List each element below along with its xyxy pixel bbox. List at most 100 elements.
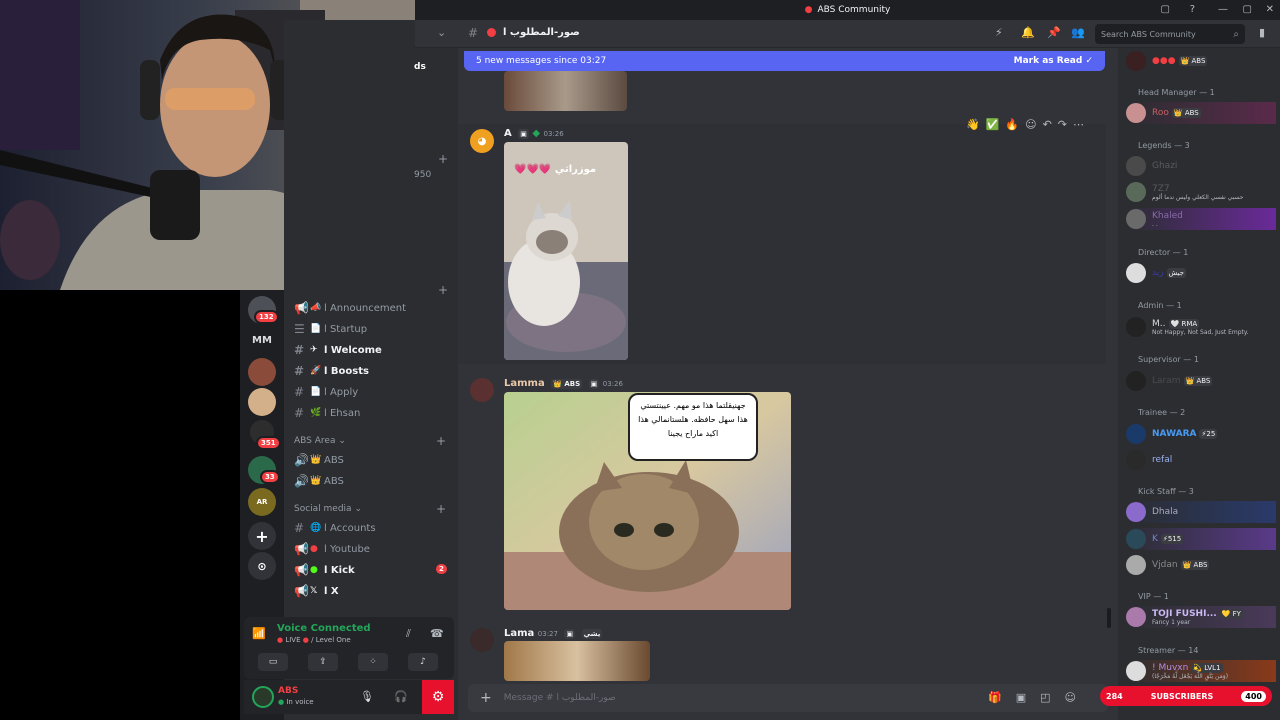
message-author[interactable]: Lama يشي ▣ 03:27: [504, 628, 603, 639]
add-channel-icon[interactable]: +: [436, 434, 446, 448]
message-image[interactable]: موزراتي 💗💗💗: [504, 142, 628, 360]
chevron-down-icon[interactable]: ⌄: [437, 26, 446, 39]
message-image[interactable]: [504, 71, 627, 111]
server-icon-3[interactable]: [248, 388, 276, 416]
channel-boosts[interactable]: # 🚀 l Boosts: [294, 361, 452, 381]
inbox-icon[interactable]: ▮: [1259, 26, 1265, 39]
partial-text: ds: [414, 62, 426, 72]
server-mm[interactable]: MM: [248, 326, 276, 354]
subscribers-current: 284: [1106, 691, 1123, 701]
channel-startup[interactable]: ☰ 📄 l Startup: [294, 319, 452, 339]
member-item[interactable]: Khaled. .: [1126, 208, 1276, 230]
member-item[interactable]: Vjdan 👑 ABS: [1126, 554, 1276, 576]
message-author[interactable]: Lamma 👑 ABS ▣ 03:26: [504, 378, 623, 389]
bell-icon[interactable]: 🔔: [1021, 26, 1035, 39]
voice-channel-abs-2[interactable]: 🔊 👑 ABS: [294, 471, 452, 491]
channel-ehsan[interactable]: # 🌿 l Ehsan: [294, 403, 452, 423]
member-item[interactable]: ●●● 👑 ABS: [1126, 50, 1276, 72]
activities-button[interactable]: ⁘: [358, 653, 388, 671]
member-item[interactable]: K ⚡515: [1126, 528, 1276, 550]
inbox-icon[interactable]: ▢: [1161, 4, 1170, 15]
more-icon[interactable]: ⋯: [1073, 118, 1084, 136]
channel-announcement[interactable]: 📢 📣 l Announcement: [294, 298, 452, 318]
threads-icon[interactable]: ⚡: [995, 26, 1003, 39]
maximize-icon[interactable]: ▢: [1243, 4, 1252, 15]
member-item[interactable]: M.. 🤍 RMA Not Happy, Not Sad, Just Empty.: [1126, 316, 1276, 338]
soundboard-button[interactable]: ♪: [408, 653, 438, 671]
member-group-streamer: Streamer — 14: [1138, 646, 1199, 655]
reaction-check-icon[interactable]: ✅: [986, 118, 1000, 136]
add-channel-icon[interactable]: +: [438, 283, 448, 297]
member-item[interactable]: Ghazi: [1126, 155, 1276, 177]
add-server-icon[interactable]: +: [248, 522, 276, 550]
category-abs-area[interactable]: ABS Area ⌄: [294, 436, 346, 446]
channel-accounts[interactable]: # 🌐 l Accounts: [294, 518, 452, 538]
message-image[interactable]: [504, 641, 650, 681]
member-item[interactable]: 7Z7 حسبي نفسي الكعلي وليس ندما ألوم: [1126, 181, 1276, 203]
member-group-kick-staff: Kick Staff — 3: [1138, 487, 1194, 496]
discover-icon[interactable]: ⊙: [248, 552, 276, 580]
channel-kick[interactable]: 📢 ● l Kick: [294, 560, 452, 580]
channel-apply[interactable]: # 📄 l Apply: [294, 382, 452, 402]
headphones-icon[interactable]: 🎧: [394, 690, 408, 703]
member-item[interactable]: ! Muvxn 💫 LVL1 (وَمَن يَتَّقِ اللَّهَ يَجْ…: [1126, 660, 1276, 682]
close-icon[interactable]: ✕: [1266, 4, 1274, 15]
member-item[interactable]: Dhala: [1126, 501, 1276, 523]
category-social-media[interactable]: Social media ⌄: [294, 504, 362, 514]
reaction-fire-icon[interactable]: 🔥: [1005, 118, 1019, 136]
subscribers-label: SUBSCRIBERS: [1150, 691, 1214, 701]
member-item[interactable]: Laram 👑 ABS: [1126, 370, 1276, 392]
sticker-icon[interactable]: ◰: [1040, 691, 1050, 704]
add-attachment-icon[interactable]: +: [480, 690, 492, 706]
noise-suppression-icon[interactable]: ⫽: [406, 627, 411, 641]
help-icon[interactable]: ?: [1190, 4, 1195, 15]
minimize-icon[interactable]: —: [1218, 4, 1228, 15]
new-messages-bar[interactable]: 5 new messages since 03:27 Mark as Read …: [464, 51, 1105, 71]
mark-as-read-button[interactable]: Mark as Read ✓: [1014, 56, 1093, 66]
title-bar: ● ABS Community ▢ ? — ▢ ✕: [415, 0, 1280, 20]
microphone-icon[interactable]: 🎙: [360, 690, 374, 703]
channel-welcome[interactable]: # ✈ l Welcome: [294, 340, 452, 360]
message-actions: 👋 ✅ 🔥 ☺ ↶ ↷ ⋯: [966, 118, 1106, 136]
mention-badge: 132: [254, 310, 279, 324]
camera-off-button[interactable]: ▭: [258, 653, 288, 671]
scrollbar[interactable]: [1107, 608, 1111, 628]
message-author[interactable]: A ▣ ◆ 03:26: [504, 128, 564, 139]
disconnect-icon[interactable]: ☎: [430, 627, 444, 640]
channel-x[interactable]: 📢 𝕏l X: [294, 581, 452, 601]
member-item[interactable]: TOJI FUSHI... 💛 FY Fancy 1 year: [1126, 606, 1276, 628]
avatar[interactable]: [470, 628, 494, 652]
search-input[interactable]: Search ABS Community ⌕: [1095, 24, 1245, 44]
image-caption: موزراتي 💗💗💗: [514, 164, 597, 175]
voice-channel-info[interactable]: ● LIVE ● / Level One: [277, 636, 351, 644]
settings-gear-icon[interactable]: ⚙: [422, 680, 454, 714]
pin-icon[interactable]: 📌: [1047, 26, 1061, 39]
screen-share-button[interactable]: ⇪: [308, 653, 338, 671]
member-item[interactable]: refal: [1126, 449, 1276, 471]
member-item[interactable]: زيد جيش: [1126, 262, 1276, 284]
voice-channel-abs[interactable]: 🔊 👑 ABS: [294, 450, 452, 470]
avatar[interactable]: [252, 686, 274, 708]
channel-youtube[interactable]: 📢 ● l Youtube: [294, 539, 452, 559]
member-group-head-manager: Head Manager — 1: [1138, 88, 1215, 97]
message-input[interactable]: + Message # صور-المطلوب ا 🎁 ▣ ◰ ☺: [468, 684, 1108, 712]
add-reaction-icon[interactable]: ☺: [1025, 118, 1036, 136]
server-ar[interactable]: AR: [248, 488, 276, 516]
reaction-wave-icon[interactable]: 👋: [966, 118, 980, 136]
add-channel-icon[interactable]: +: [438, 152, 448, 166]
hash-icon: #: [468, 26, 479, 40]
members-icon[interactable]: 👥: [1071, 26, 1085, 39]
user-status: ● In voice: [278, 698, 314, 706]
member-item[interactable]: NAWARA ⚡25: [1126, 423, 1276, 445]
add-channel-icon[interactable]: +: [436, 502, 446, 516]
gif-icon[interactable]: ▣: [1016, 691, 1026, 704]
emoji-icon[interactable]: ☺: [1065, 691, 1076, 704]
message-image[interactable]: جهنيقلتما هذا مو مهم. عيينتستي هذا سهل ح…: [504, 392, 791, 610]
forward-icon[interactable]: ↷: [1058, 118, 1067, 136]
server-icon-2[interactable]: [248, 358, 276, 386]
reply-icon[interactable]: ↶: [1043, 118, 1052, 136]
member-item[interactable]: Roo 👑 ABS: [1126, 102, 1276, 124]
avatar[interactable]: [470, 378, 494, 402]
gift-icon[interactable]: 🎁: [988, 691, 1002, 704]
avatar[interactable]: ◕: [470, 129, 494, 153]
